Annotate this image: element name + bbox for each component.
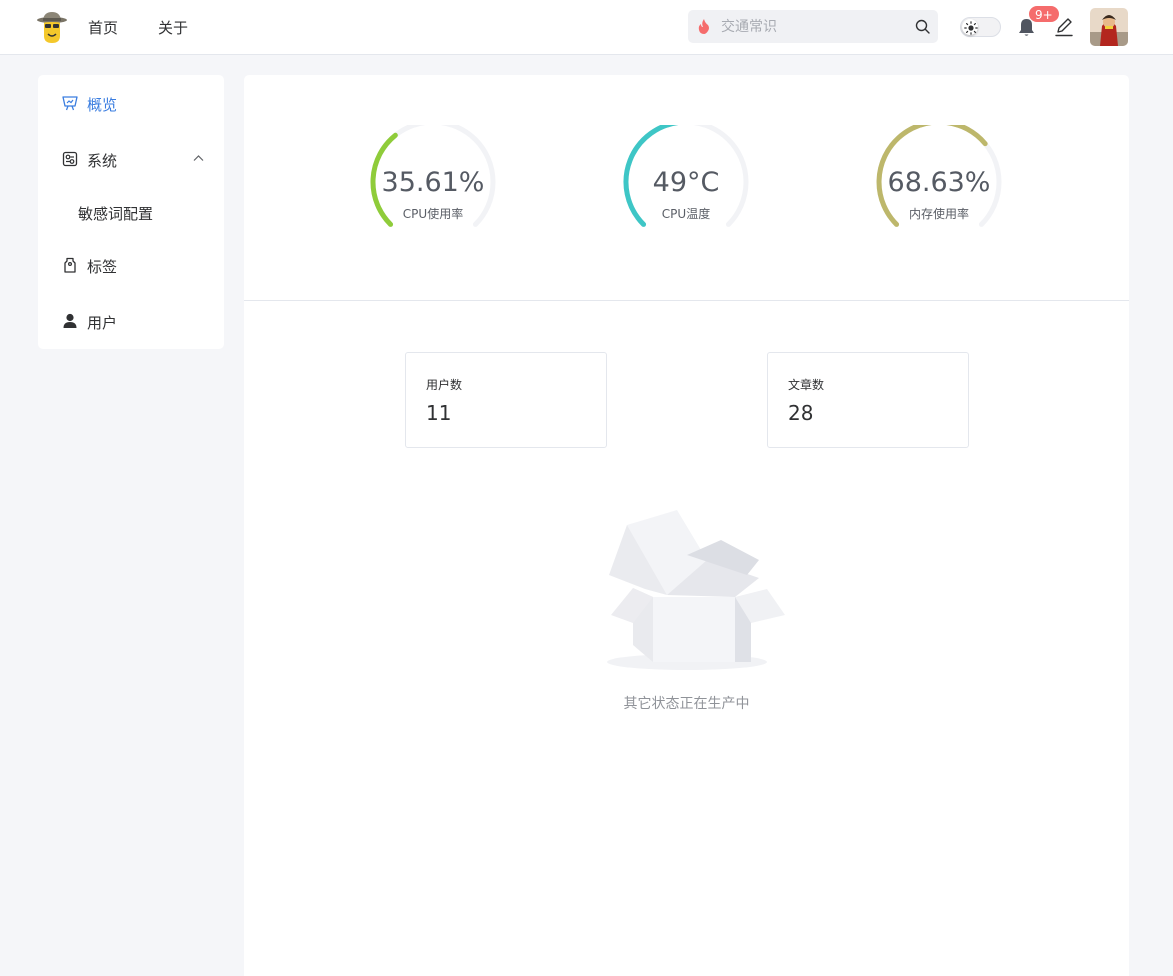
stat-value: 11 (426, 401, 452, 425)
theme-toggle-switch[interactable] (960, 17, 1001, 37)
cpu-usage-gauge: 35.61% CPU使用率 (368, 125, 498, 235)
gauge-value: 68.63% (887, 167, 991, 198)
sidebar-menu: 概览 系统 敏感词配置 标签 用户 (38, 75, 224, 349)
sidebar-item-label: 标签 (87, 258, 118, 276)
top-header: 首页 关于 9+ (0, 0, 1173, 55)
sidebar-item-label: 概览 (87, 96, 118, 114)
chevron-up-icon (193, 155, 204, 161)
sidebar-item-tags[interactable]: 标签 (38, 237, 224, 293)
sidebar-item-label: 敏感词配置 (78, 205, 154, 223)
empty-box-icon (607, 510, 785, 670)
user-icon (63, 313, 77, 328)
system-settings-icon (62, 151, 78, 167)
gauge-label: CPU使用率 (402, 207, 464, 221)
main-content: 35.61% CPU使用率 49°C CPU温度 68.63% 内存使用率 用户… (244, 75, 1129, 976)
article-count-card: 文章数 28 (767, 352, 969, 448)
cpu-temperature-gauge: 49°C CPU温度 (621, 125, 751, 235)
search-input[interactable] (721, 10, 901, 43)
nav-home-link[interactable]: 首页 (88, 17, 118, 38)
gauge-value: 49°C (652, 167, 720, 198)
sidebar-item-system[interactable]: 系统 (38, 131, 224, 187)
fire-icon (698, 19, 709, 34)
search-icon[interactable] (915, 19, 930, 34)
gauge-label: CPU温度 (661, 207, 711, 221)
presentation-board-icon (62, 96, 78, 111)
logo-icon[interactable] (36, 10, 68, 44)
stat-title: 用户数 (426, 378, 463, 392)
nav-about-link[interactable]: 关于 (158, 17, 188, 38)
user-count-card: 用户数 11 (405, 352, 607, 448)
tag-icon (64, 257, 76, 273)
gauge-label: 内存使用率 (908, 207, 969, 221)
stat-value: 28 (788, 401, 814, 425)
memory-usage-gauge: 68.63% 内存使用率 (874, 125, 1004, 235)
search-bar[interactable] (688, 10, 938, 43)
system-gauges: 35.61% CPU使用率 49°C CPU温度 68.63% 内存使用率 (244, 75, 1129, 301)
empty-state-text: 其它状态正在生产中 (623, 696, 750, 712)
sidebar-item-label: 用户 (87, 314, 118, 332)
user-avatar[interactable] (1090, 8, 1128, 46)
edit-pencil-icon[interactable] (1054, 17, 1074, 37)
gauge-value: 35.61% (381, 167, 485, 198)
sidebar-item-overview[interactable]: 概览 (38, 75, 224, 131)
sidebar-item-label: 系统 (87, 152, 118, 170)
sidebar-item-sensitive-words[interactable]: 敏感词配置 (38, 184, 224, 240)
sidebar-item-users[interactable]: 用户 (38, 293, 224, 349)
stat-title: 文章数 (788, 378, 825, 392)
sun-icon (964, 21, 978, 35)
